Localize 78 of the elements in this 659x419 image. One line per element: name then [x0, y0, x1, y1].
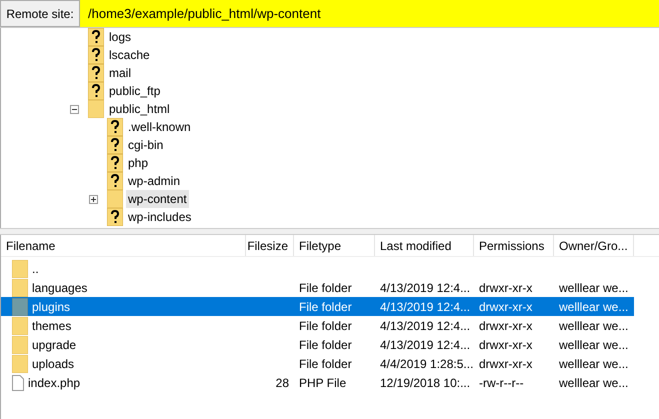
file-icon: [12, 374, 24, 390]
table-cell-text: plugins: [32, 298, 70, 316]
file-row[interactable]: upgrade File folder 4/13/2019 12:4... drwxr-xr-x welllear we...: [1, 335, 634, 354]
table-cell-text: 4/13/2019 12:4...: [380, 336, 470, 354]
column-header[interactable]: Filesize: [246, 235, 294, 256]
table-cell-text: File folder: [299, 356, 352, 372]
file-row[interactable]: languages File folder 4/13/2019 12:4... drwxr-xr-x welllear we...: [1, 278, 634, 297]
file-row[interactable]: themes File folder 4/13/2019 12:4... drwxr-xr-x welllear we...: [1, 316, 634, 335]
unknown-folder-icon: [107, 208, 123, 226]
tree-item[interactable]: wp-admin: [126, 172, 182, 190]
file-row[interactable]: ..: [1, 259, 634, 278]
tree-item[interactable]: public_html: [107, 100, 172, 118]
folder-icon: [12, 298, 28, 316]
column-header[interactable]: Filetype: [294, 235, 375, 256]
table-cell-text: File folder: [299, 280, 352, 296]
table-cell-text: upgrade: [32, 336, 76, 354]
folder-icon: [12, 336, 28, 354]
unknown-folder-icon: [107, 172, 123, 190]
column-header[interactable]: Owner/Gro...: [554, 235, 634, 256]
table-cell-text: index.php: [28, 374, 80, 392]
unknown-folder-icon: [107, 118, 123, 136]
table-cell-text: themes: [32, 318, 72, 334]
tree-item[interactable]: mail: [107, 64, 134, 82]
table-cell-text: uploads: [32, 356, 74, 372]
folder-icon: [12, 260, 28, 278]
table-cell-text: welllear we...: [559, 356, 628, 372]
file-row[interactable]: uploads File folder 4/4/2019 1:28:5... drwxr-xr-x welllear we...: [1, 354, 634, 373]
tree-item[interactable]: public_ftp: [107, 82, 162, 100]
table-cell-text: 12/19/2018 10:...: [380, 374, 470, 392]
unknown-folder-icon: [88, 82, 104, 100]
expand-icon[interactable]: [89, 195, 98, 204]
table-cell-text: PHP File: [299, 374, 346, 392]
table-cell-text: ..: [32, 260, 39, 278]
tree-item[interactable]: lscache: [107, 46, 152, 64]
table-cell-text: welllear we...: [559, 318, 628, 334]
tree-item[interactable]: .well-known: [126, 118, 193, 136]
table-cell-text: 4/13/2019 12:4...: [380, 298, 470, 316]
unknown-folder-icon: [88, 64, 104, 82]
table-cell-text: 4/4/2019 1:28:5...: [380, 356, 474, 372]
tree-item[interactable]: wp-includes: [126, 208, 194, 226]
path-field[interactable]: /home3/example/public_html/wp-content: [80, 0, 659, 27]
file-row[interactable]: index.php 28 PHP File 12/19/2018 10:... -rw-r--r-- welllear we...: [1, 373, 634, 392]
unknown-folder-icon: [88, 46, 104, 64]
tree-item[interactable]: cgi-bin: [126, 136, 166, 154]
table-cell-text: drwxr-xr-x: [479, 318, 532, 334]
table-cell-text: welllear we...: [559, 336, 628, 354]
remote-site-label: Remote site:: [0, 0, 80, 27]
table-cell-text: welllear we...: [559, 280, 628, 296]
unknown-folder-icon: [107, 154, 123, 172]
table-cell-text: welllear we...: [559, 298, 628, 316]
folder-icon: [12, 316, 28, 334]
table-cell-text: File folder: [299, 318, 352, 334]
folder-icon: [12, 354, 28, 372]
unknown-folder-icon: [107, 136, 123, 154]
table-cell-text: 28: [276, 374, 289, 392]
folder-icon: [88, 100, 104, 118]
folder-icon: [12, 278, 28, 296]
collapse-icon[interactable]: [70, 105, 79, 114]
unknown-folder-icon: [88, 28, 104, 46]
tree-item[interactable]: logs: [107, 28, 134, 46]
table-cell-text: drwxr-xr-x: [479, 336, 532, 354]
table-cell-text: 4/13/2019 12:4...: [380, 280, 470, 296]
table-cell-text: drwxr-xr-x: [479, 356, 532, 372]
table-cell-text: languages: [32, 280, 88, 296]
column-header[interactable]: Last modified: [375, 235, 474, 256]
column-header[interactable]: Permissions: [474, 235, 554, 256]
table-cell-text: -rw-r--r--: [479, 374, 524, 392]
column-header[interactable]: Filename: [1, 235, 246, 256]
table-cell-text: 4/13/2019 12:4...: [380, 318, 470, 334]
file-row[interactable]: plugins File folder 4/13/2019 12:4... drwxr-xr-x welllear we...: [1, 297, 634, 316]
tree-item[interactable]: wp-content: [126, 190, 189, 208]
folder-icon: [107, 190, 123, 208]
tree-item[interactable]: php: [126, 154, 150, 172]
table-cell-text: drwxr-xr-x: [479, 280, 532, 296]
table-cell-text: welllear we...: [559, 374, 628, 392]
table-cell-text: drwxr-xr-x: [479, 298, 532, 316]
table-cell-text: File folder: [299, 298, 352, 316]
table-cell-text: File folder: [299, 336, 352, 354]
